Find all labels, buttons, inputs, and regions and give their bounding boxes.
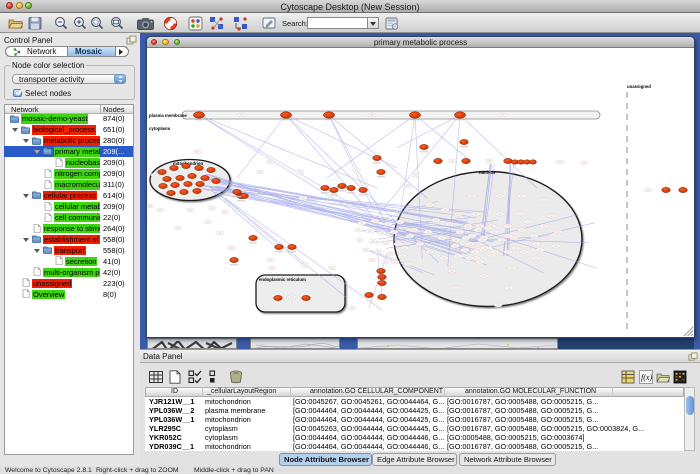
svg-text:plasma membrane: plasma membrane — [149, 113, 187, 118]
svg-text:cytoplasm: cytoplasm — [149, 126, 170, 131]
svg-text:unassigned: unassigned — [627, 84, 651, 89]
svg-text:endoplasmic reticulum: endoplasmic reticulum — [259, 277, 306, 282]
svg-text:f(x): f(x) — [641, 373, 652, 382]
